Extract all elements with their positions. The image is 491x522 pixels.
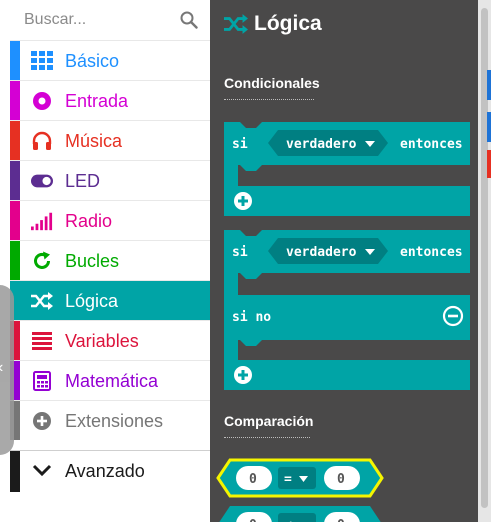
add-condition-icon[interactable] xyxy=(234,366,252,384)
category-label: Entrada xyxy=(65,91,129,111)
category-color-bar xyxy=(10,201,20,240)
category-color-bar xyxy=(10,121,20,160)
boolean-value: verdadero xyxy=(286,245,357,260)
shuffle-icon xyxy=(31,291,53,311)
search-box xyxy=(10,0,210,40)
category-color-bar xyxy=(10,241,20,280)
operator: < xyxy=(284,518,292,522)
category-label: LED xyxy=(65,171,101,191)
compare-less-block[interactable]: 0 < 0 xyxy=(218,506,382,522)
chevron-down-icon xyxy=(31,461,53,481)
right-number: 0 xyxy=(337,472,345,487)
category-bucles[interactable]: Bucles xyxy=(10,240,210,280)
lines-icon xyxy=(31,331,53,351)
refresh-icon xyxy=(31,251,53,271)
right-number: 0 xyxy=(337,518,345,522)
if-then-block[interactable]: si verdadero entonces xyxy=(224,122,470,216)
edge-color-mark xyxy=(487,150,491,178)
blocks-canvas: si verdadero entonces si verdadero enton… xyxy=(216,122,470,522)
category-musica[interactable]: Música xyxy=(10,120,210,160)
search-icon[interactable] xyxy=(180,11,198,29)
boolean-value: verdadero xyxy=(286,137,357,152)
category-avanzado[interactable]: Avanzado xyxy=(10,450,210,492)
category-label: Música xyxy=(65,131,123,151)
category-label: Avanzado xyxy=(65,461,145,481)
category-label: Radio xyxy=(65,211,113,231)
if-then-else-block[interactable]: si verdadero entonces si no xyxy=(224,230,470,390)
category-label: Extensiones xyxy=(65,411,164,431)
category-label: Bucles xyxy=(65,251,120,271)
headphones-icon xyxy=(31,131,53,151)
category-matematica[interactable]: Matemática xyxy=(10,360,210,400)
circle-dot-icon xyxy=(31,91,53,111)
category-color-bar xyxy=(10,451,20,492)
edge-color-mark xyxy=(487,70,491,100)
if-keyword: si xyxy=(232,137,248,152)
compare-equals-block[interactable]: 0 = 0 xyxy=(216,458,384,498)
section-label-comparacion: Comparación xyxy=(224,413,314,429)
category-label: Variables xyxy=(65,331,139,351)
plus-circle-icon xyxy=(31,411,53,431)
toolbox: Básico Entrada Música LED xyxy=(0,0,210,522)
collapse-toolbox-tab[interactable]: ‹ xyxy=(0,285,14,455)
search-input[interactable] xyxy=(24,9,174,31)
left-number: 0 xyxy=(249,518,257,522)
chevron-left-icon: ‹ xyxy=(0,359,3,377)
grid-icon xyxy=(31,51,53,71)
category-label: Lógica xyxy=(65,291,119,311)
category-label: Matemática xyxy=(65,371,159,391)
then-keyword: entonces xyxy=(400,245,463,260)
category-color-bar xyxy=(10,41,20,80)
signal-bars-icon xyxy=(31,211,53,231)
operator: = xyxy=(284,472,292,487)
then-keyword: entonces xyxy=(400,137,463,152)
category-radio[interactable]: Radio xyxy=(10,200,210,240)
toggle-icon xyxy=(31,171,53,191)
calculator-icon xyxy=(31,371,53,391)
category-logica[interactable]: Lógica xyxy=(10,280,210,320)
left-number: 0 xyxy=(249,472,257,487)
add-condition-icon[interactable] xyxy=(234,192,252,210)
category-color-bar xyxy=(10,161,20,200)
category-led[interactable]: LED xyxy=(10,160,210,200)
section-divider xyxy=(224,437,310,438)
category-basico[interactable]: Básico xyxy=(10,40,210,80)
if-keyword: si xyxy=(232,245,248,260)
else-keyword: si no xyxy=(232,310,271,325)
category-label: Básico xyxy=(65,51,120,71)
category-color-bar xyxy=(10,81,20,120)
category-variables[interactable]: Variables xyxy=(10,320,210,360)
edge-color-mark xyxy=(487,112,491,142)
category-extensiones[interactable]: Extensiones xyxy=(10,400,210,440)
category-entrada[interactable]: Entrada xyxy=(10,80,210,120)
